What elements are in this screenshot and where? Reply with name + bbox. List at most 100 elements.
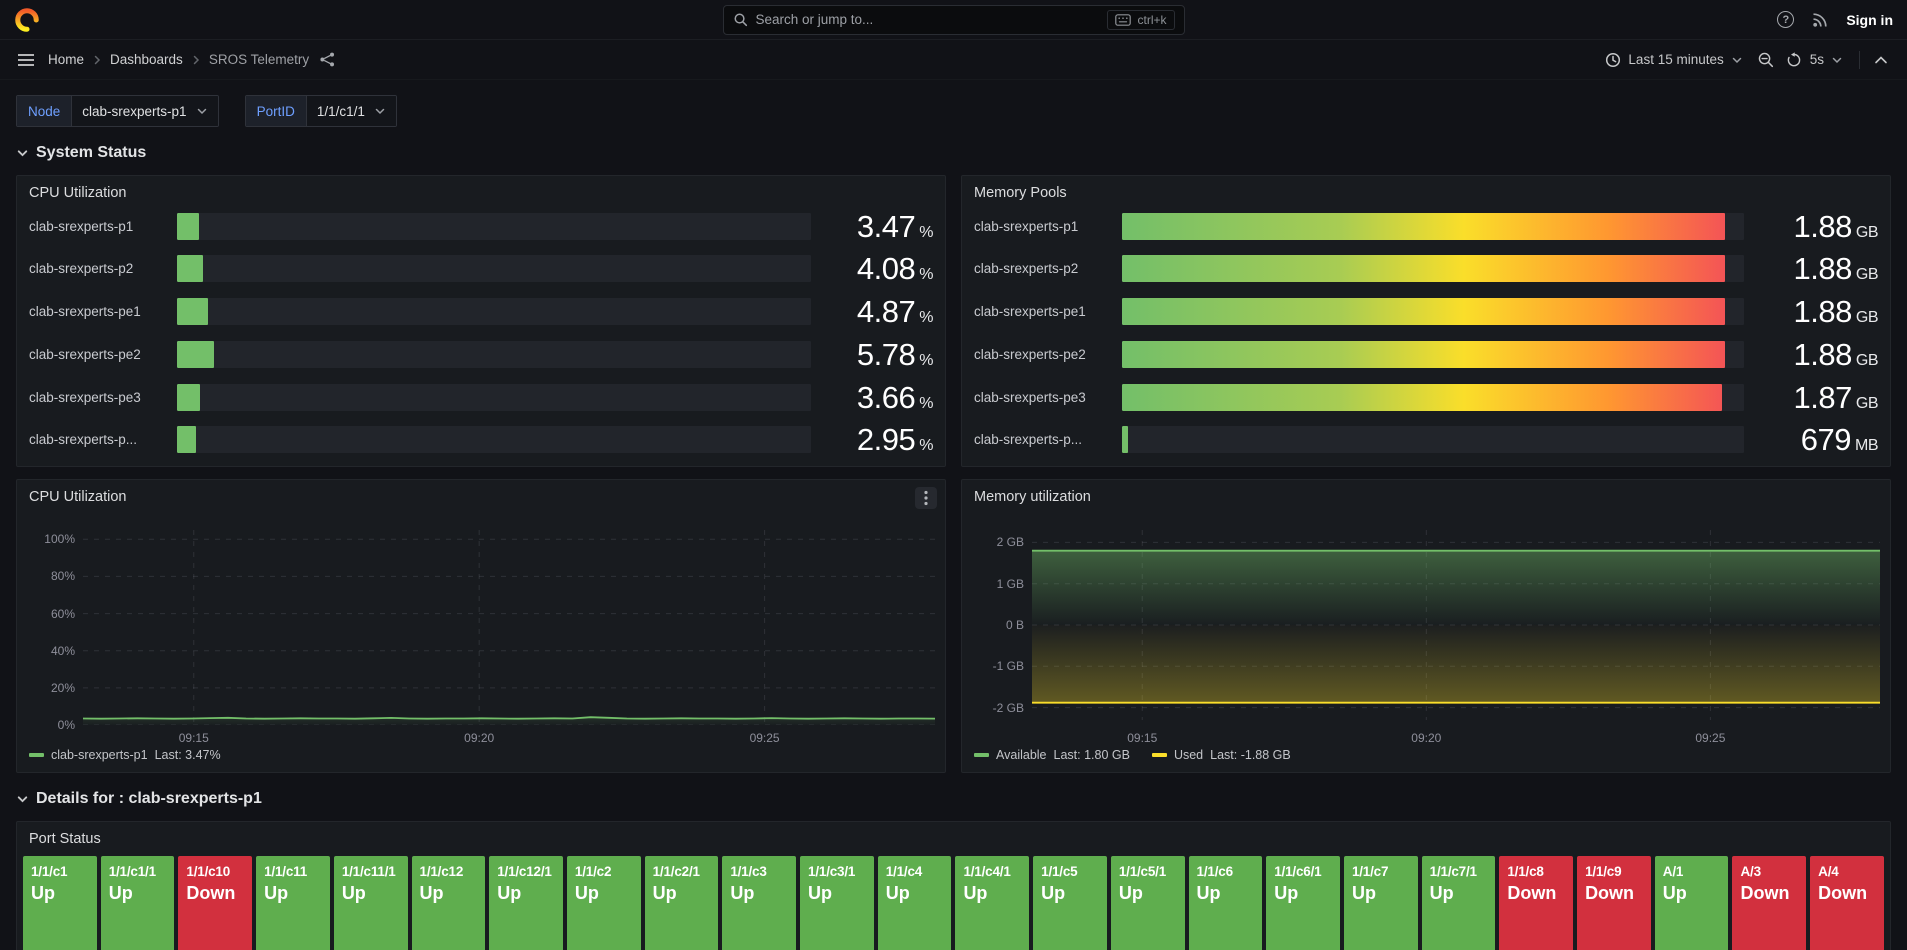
collapse-controls-button[interactable] [1867, 46, 1895, 74]
gauge-row-label: clab-srexperts-pe3 [29, 390, 167, 405]
time-range-label: Last 15 minutes [1628, 52, 1723, 67]
port-state: Up [1352, 881, 1410, 905]
news-rss-icon[interactable] [1812, 12, 1828, 28]
chevron-down-icon [1831, 54, 1843, 66]
port-tile: 1/1/c1Up [23, 856, 97, 950]
port-tile: A/1Up [1655, 856, 1729, 950]
port-tile: 1/1/c11/1Up [334, 856, 408, 950]
keyboard-icon [1115, 14, 1131, 26]
y-axis: -2 GB-1 GB0 B1 GB2 GB [972, 530, 1024, 720]
port-tile: 1/1/c8Down [1499, 856, 1573, 950]
port-state: Up [31, 881, 89, 905]
legend-item[interactable]: AvailableLast: 1.80 GB [974, 748, 1130, 762]
section-details[interactable]: Details for : clab-srexperts-p1 [16, 785, 1891, 813]
gauge-row: clab-srexperts-p11.88GB [974, 212, 1878, 240]
panel-title[interactable]: CPU Utilization [17, 176, 945, 201]
y-axis-label: 60% [51, 607, 75, 621]
gauge-value-number: 4.08 [857, 251, 915, 286]
gauge-bar-fill [177, 426, 196, 453]
x-axis: 09:1509:2009:25 [83, 731, 935, 747]
legend-swatch [1152, 753, 1167, 757]
port-tile: 1/1/c10Down [178, 856, 252, 950]
y-axis-label: 0% [58, 718, 75, 732]
panel-title[interactable]: Memory utilization [962, 480, 1890, 505]
share-dashboard-button[interactable] [313, 46, 341, 74]
port-state: Down [186, 881, 244, 905]
port-name: 1/1/c12 [420, 863, 478, 881]
gauge-value-number: 4.87 [857, 294, 915, 329]
breadcrumb-item[interactable]: Home [48, 52, 84, 67]
panel-menu-kebab-icon[interactable] [915, 487, 937, 509]
zoom-out-button[interactable] [1752, 46, 1780, 74]
gauge-value-unit: % [919, 309, 933, 326]
gauge-row-value: 4.87% [821, 296, 933, 327]
port-name: 1/1/c3 [730, 863, 788, 881]
dashboard-toolbar: Home Dashboards SROS Telemetry Last 15 min… [0, 40, 1907, 80]
panel-title[interactable]: CPU Utilization [17, 480, 945, 505]
y-axis-label: 80% [51, 569, 75, 583]
grafana-logo[interactable] [14, 7, 40, 33]
port-state: Down [1740, 881, 1798, 905]
breadcrumb-item[interactable]: Dashboards [110, 52, 183, 67]
magnifier-minus-icon [1757, 51, 1774, 68]
port-tile: 1/1/c7/1Up [1422, 856, 1496, 950]
variable-value-dropdown[interactable]: 1/1/c1/1 [307, 96, 396, 126]
shortcut-label: ctrl+k [1137, 13, 1166, 27]
port-state: Up [730, 881, 788, 905]
help-icon[interactable]: ? [1777, 11, 1794, 28]
port-tile: A/4Down [1810, 856, 1884, 950]
section-title: Details for : clab-srexperts-p1 [36, 790, 262, 808]
port-name: 1/1/c2 [575, 863, 633, 881]
gauge-bar-track [177, 255, 811, 282]
gauge-row-value: 1.87GB [1754, 382, 1878, 413]
menu-toggle-button[interactable] [12, 46, 40, 74]
gauge-row: clab-srexperts-pe25.78% [29, 340, 933, 368]
port-tile: 1/1/c6/1Up [1266, 856, 1340, 950]
gauge-bar-track [1122, 255, 1744, 282]
legend-item[interactable]: UsedLast: -1.88 GB [1152, 748, 1291, 762]
variable-value: 1/1/c1/1 [317, 104, 365, 119]
port-name: 1/1/c7 [1352, 863, 1410, 881]
refresh-button[interactable] [1780, 46, 1808, 74]
y-axis-label: 40% [51, 644, 75, 658]
variable-label: Node [17, 96, 72, 126]
chevron-right-icon [91, 54, 103, 66]
panel-title[interactable]: Memory Pools [962, 176, 1890, 201]
gauge-row-value: 1.88GB [1754, 339, 1878, 370]
gauge-row-value: 2.95% [821, 424, 933, 455]
gauge-bar-fill [177, 341, 214, 368]
gauge-bar-track [177, 384, 811, 411]
panel-title[interactable]: Port Status [17, 822, 1890, 847]
section-system-status[interactable]: System Status [16, 139, 1891, 167]
y-axis-label: 1 GB [997, 577, 1024, 591]
x-axis-label: 09:20 [464, 731, 494, 745]
port-tile: 1/1/c2Up [567, 856, 641, 950]
legend-item[interactable]: clab-srexperts-p1Last: 3.47% [29, 748, 221, 762]
variable-value-dropdown[interactable]: clab-srexperts-p1 [72, 96, 217, 126]
gauge-value-unit: MB [1855, 437, 1878, 454]
gauge-bar-fill [1122, 341, 1725, 368]
y-axis: 0%20%40%60%80%100% [27, 530, 75, 725]
x-axis-label: 09:25 [1695, 731, 1725, 745]
port-state: Up [808, 881, 866, 905]
variable-portid: PortID1/1/c1/1 [245, 95, 397, 127]
gauge-row-label: clab-srexperts-pe2 [29, 347, 167, 362]
refresh-interval-dropdown[interactable]: 5s [1808, 45, 1852, 75]
legend-series-name: clab-srexperts-p1 [51, 748, 148, 762]
sign-in-button[interactable]: Sign in [1846, 12, 1893, 28]
search-bar[interactable]: Search or jump to... ctrl+k [723, 5, 1185, 35]
port-state: Up [1663, 881, 1721, 905]
legend-last-value: Last: 1.80 GB [1054, 748, 1130, 762]
port-state: Up [420, 881, 478, 905]
search-placeholder: Search or jump to... [756, 12, 1100, 27]
panel-cpu-utilization-timeseries: CPU Utilization 0%20%40%60%80%100% 09:15… [16, 479, 946, 773]
time-range-picker[interactable]: Last 15 minutes [1596, 45, 1751, 75]
port-name: 1/1/c10 [186, 863, 244, 881]
breadcrumb-item[interactable]: SROS Telemetry [209, 52, 309, 67]
chart-legend: AvailableLast: 1.80 GB UsedLast: -1.88 GB [974, 748, 1291, 762]
top-right-actions: ? Sign in [1777, 11, 1893, 28]
port-state: Up [497, 881, 555, 905]
gauge-bar-track [1122, 384, 1744, 411]
gauge-bar-track [177, 298, 811, 325]
gauge-value-number: 1.88 [1794, 251, 1852, 286]
